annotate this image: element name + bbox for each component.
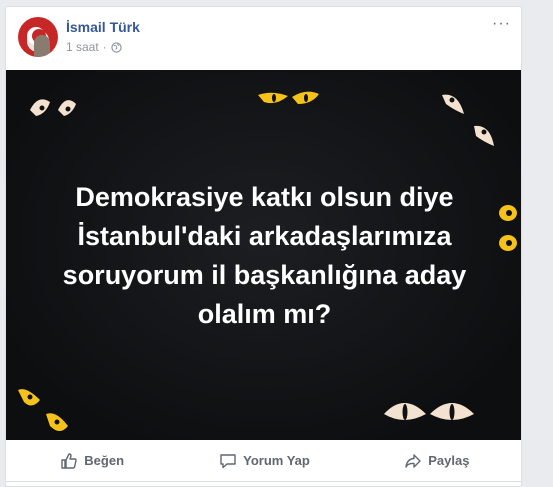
post-time[interactable]: 1 saat bbox=[66, 40, 99, 54]
avatar[interactable] bbox=[18, 17, 58, 57]
globe-icon[interactable] bbox=[111, 41, 122, 53]
comment-button[interactable]: Yorum Yap bbox=[178, 452, 350, 470]
eyes-bottom-left bbox=[18, 389, 68, 431]
comment-label: Yorum Yap bbox=[243, 453, 310, 468]
post-image[interactable]: Demokrasiye katkı olsun diye İstanbul'da… bbox=[6, 70, 521, 440]
author-name[interactable]: İsmail Türk bbox=[66, 19, 140, 35]
caption-line: olalım mı? bbox=[197, 299, 332, 329]
eyes-top-middle bbox=[258, 91, 319, 104]
post-card: İsmail Türk 1 saat · ··· Demokrasiye kat… bbox=[5, 6, 522, 487]
post-actions: Beğen Yorum Yap Paylaş bbox=[6, 440, 521, 482]
share-button[interactable]: Paylaş bbox=[351, 452, 521, 470]
caption-line: İstanbul'daki arkadaşlarımıza bbox=[77, 221, 452, 251]
like-label: Beğen bbox=[84, 453, 125, 468]
like-button[interactable]: Beğen bbox=[6, 452, 178, 470]
share-icon bbox=[405, 453, 421, 468]
post-meta: 1 saat · bbox=[66, 40, 122, 54]
person-silhouette bbox=[34, 35, 50, 57]
like-icon bbox=[61, 452, 77, 469]
eyes-top-left bbox=[30, 99, 76, 116]
image-caption: Demokrasiye katkı olsun diye İstanbul'da… bbox=[6, 178, 521, 334]
more-icon[interactable]: ··· bbox=[492, 15, 511, 33]
share-label: Paylaş bbox=[428, 453, 470, 468]
caption-line: soruyorum il başkanlığına aday bbox=[62, 260, 467, 290]
eyes-bottom-right bbox=[384, 403, 474, 420]
caption-line: Demokrasiye katkı olsun diye bbox=[75, 182, 454, 212]
middle-dot: · bbox=[102, 40, 107, 54]
eyes-top-right bbox=[442, 94, 494, 146]
comment-icon bbox=[220, 453, 236, 468]
post-header: İsmail Türk 1 saat · ··· bbox=[6, 7, 521, 71]
